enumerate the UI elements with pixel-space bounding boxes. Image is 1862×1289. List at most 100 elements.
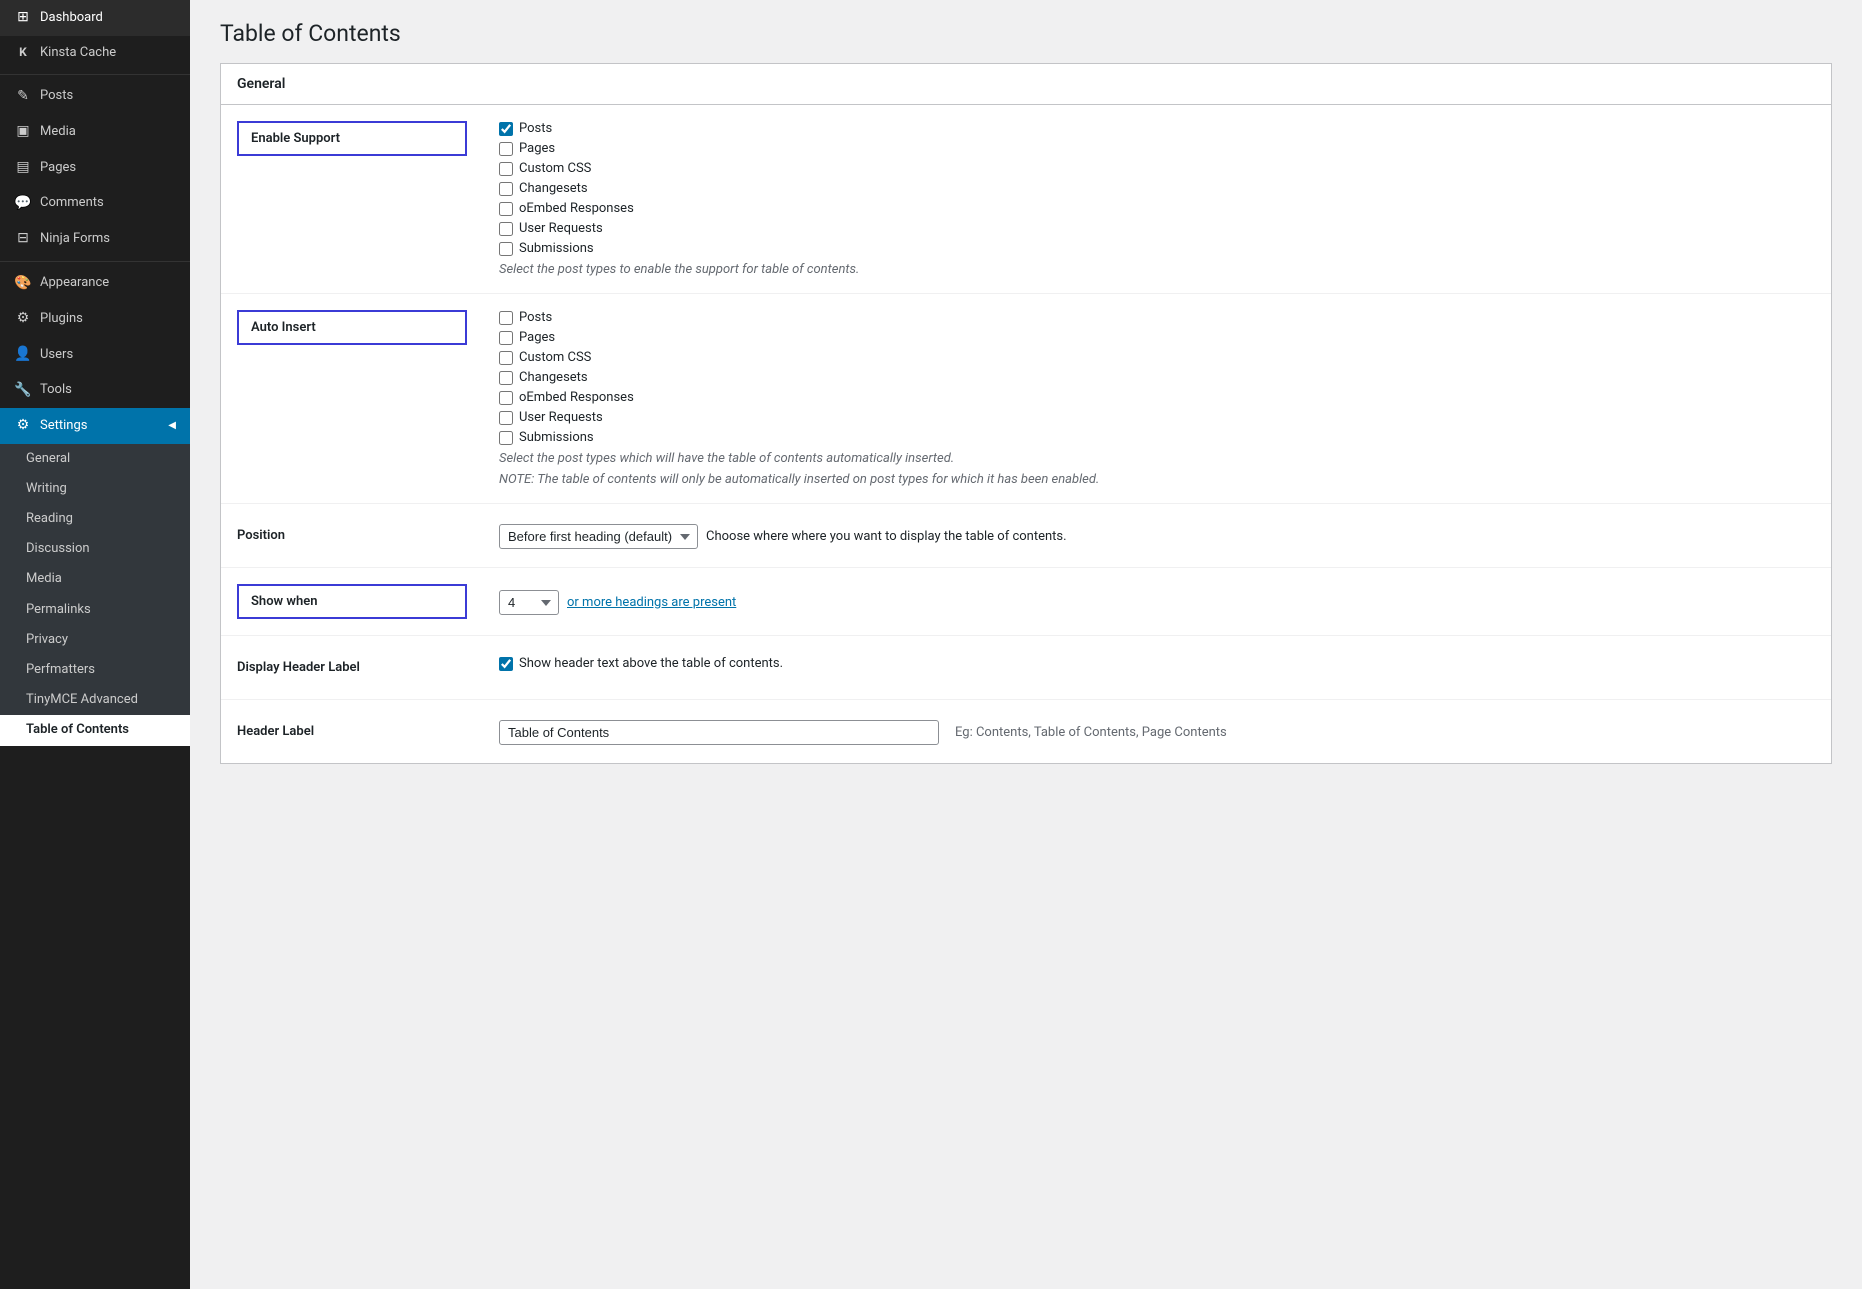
enable-support-posts-checkbox[interactable]: [499, 122, 513, 136]
enable-support-oembed: oEmbed Responses: [499, 201, 1815, 216]
show-when-row: Show when 4 1 2 3 5 6 or more headings a…: [221, 568, 1831, 636]
display-header-label-checkbox-row: Show header text above the table of cont…: [499, 656, 1815, 671]
header-label-input[interactable]: [499, 720, 939, 745]
enable-support-user-requests-checkbox[interactable]: [499, 222, 513, 236]
sidebar-item-reading[interactable]: Reading: [0, 504, 190, 534]
enable-support-oembed-checkbox[interactable]: [499, 202, 513, 216]
enable-support-pages: Pages: [499, 141, 1815, 156]
enable-support-changesets-checkbox[interactable]: [499, 182, 513, 196]
sidebar-item-tools[interactable]: 🔧 Tools: [0, 373, 190, 409]
display-header-label-label: Display Header Label: [237, 652, 467, 683]
sidebar-item-plugins[interactable]: ⚙ Plugins: [0, 301, 190, 337]
position-label: Position: [237, 520, 467, 551]
auto-insert-custom-css-checkbox[interactable]: [499, 351, 513, 365]
auto-insert-oembed: oEmbed Responses: [499, 390, 1815, 405]
plugins-icon: ⚙: [14, 309, 32, 329]
sidebar-item-ninja-forms[interactable]: ⊟ Ninja Forms: [0, 221, 190, 257]
auto-insert-oembed-checkbox[interactable]: [499, 391, 513, 405]
display-header-label-checkbox[interactable]: [499, 657, 513, 671]
header-label-row: Header Label Eg: Contents, Table of Cont…: [221, 700, 1831, 763]
auto-insert-submissions: Submissions: [499, 430, 1815, 445]
enable-support-posts: Posts: [499, 121, 1815, 136]
sidebar-item-appearance[interactable]: 🎨 Appearance: [0, 266, 190, 302]
auto-insert-changesets: Changesets: [499, 370, 1815, 385]
position-row: Position Before first heading (default) …: [221, 504, 1831, 568]
sidebar-item-posts[interactable]: ✎ Posts: [0, 79, 190, 115]
sidebar-item-table-of-contents[interactable]: Table of Contents: [0, 715, 190, 745]
users-icon: 👤: [14, 345, 32, 365]
auto-insert-posts: Posts: [499, 310, 1815, 325]
auto-insert-user-requests-checkbox[interactable]: [499, 411, 513, 425]
display-header-label-row: Display Header Label Show header text ab…: [221, 636, 1831, 700]
tools-icon: 🔧: [14, 381, 32, 401]
show-when-content: 4 1 2 3 5 6 or more headings are present: [479, 584, 1815, 615]
sidebar-item-dashboard[interactable]: ⊞ Dashboard: [0, 0, 190, 36]
position-content: Before first heading (default) After fir…: [479, 520, 1815, 549]
enable-support-label: Enable Support: [237, 121, 467, 156]
show-when-label: Show when: [237, 584, 467, 619]
show-when-inline: 4 1 2 3 5 6 or more headings are present: [499, 590, 1815, 615]
display-header-label-content: Show header text above the table of cont…: [479, 652, 1815, 676]
auto-insert-user-requests: User Requests: [499, 410, 1815, 425]
appearance-icon: 🎨: [14, 274, 32, 294]
ninja-forms-icon: ⊟: [14, 229, 32, 249]
header-label-content: Eg: Contents, Table of Contents, Page Co…: [479, 716, 1815, 745]
enable-support-help: Select the post types to enable the supp…: [499, 262, 1815, 277]
auto-insert-row: Auto Insert Posts Pages Custom CSS: [221, 294, 1831, 504]
sidebar-item-media[interactable]: ▣ Media: [0, 114, 190, 150]
enable-support-submissions-checkbox[interactable]: [499, 242, 513, 256]
sidebar-item-privacy[interactable]: Privacy: [0, 625, 190, 655]
sidebar-item-users[interactable]: 👤 Users: [0, 337, 190, 373]
enable-support-submissions: Submissions: [499, 241, 1815, 256]
enable-support-custom-css-checkbox[interactable]: [499, 162, 513, 176]
media-icon: ▣: [14, 122, 32, 142]
sidebar-item-settings[interactable]: ⚙ Settings ◀: [0, 408, 190, 444]
main-content: Table of Contents General Enable Support…: [190, 0, 1862, 1289]
header-label-inline: Eg: Contents, Table of Contents, Page Co…: [499, 720, 1815, 745]
settings-card: General Enable Support Posts Pages: [220, 63, 1832, 764]
sidebar-item-perfmatters[interactable]: Perfmatters: [0, 655, 190, 685]
sidebar-item-comments[interactable]: 💬 Comments: [0, 186, 190, 222]
sidebar-item-media-settings[interactable]: Media: [0, 564, 190, 594]
auto-insert-posts-checkbox[interactable]: [499, 311, 513, 325]
enable-support-changesets: Changesets: [499, 181, 1815, 196]
settings-arrow-icon: ◀: [168, 419, 176, 433]
settings-icon: ⚙: [14, 416, 32, 436]
enable-support-row: Enable Support Posts Pages Custom CSS: [221, 105, 1831, 294]
auto-insert-submissions-checkbox[interactable]: [499, 431, 513, 445]
dashboard-icon: ⊞: [14, 8, 32, 28]
sidebar-item-tinymce-advanced[interactable]: TinyMCE Advanced: [0, 685, 190, 715]
header-label-label: Header Label: [237, 716, 467, 747]
posts-icon: ✎: [14, 87, 32, 107]
auto-insert-content: Posts Pages Custom CSS Changesets: [479, 310, 1815, 487]
settings-submenu: General Writing Reading Discussion Media…: [0, 444, 190, 746]
kinsta-icon: K: [14, 44, 32, 61]
sidebar-item-permalinks[interactable]: Permalinks: [0, 595, 190, 625]
enable-support-pages-checkbox[interactable]: [499, 142, 513, 156]
position-select[interactable]: Before first heading (default) After fir…: [499, 524, 698, 549]
sidebar-item-kinsta-cache[interactable]: K Kinsta Cache: [0, 36, 190, 70]
position-help-text: Choose where where you want to display t…: [706, 529, 1067, 544]
auto-insert-help1: Select the post types which will have th…: [499, 451, 1815, 466]
sidebar-item-pages[interactable]: ▤ Pages: [0, 150, 190, 186]
enable-support-content: Posts Pages Custom CSS Changesets: [479, 121, 1815, 277]
sidebar-item-writing[interactable]: Writing: [0, 474, 190, 504]
auto-insert-label: Auto Insert: [237, 310, 467, 345]
page-title: Table of Contents: [220, 20, 1832, 47]
pages-icon: ▤: [14, 158, 32, 178]
header-label-eg: Eg: Contents, Table of Contents, Page Co…: [955, 725, 1227, 740]
show-when-suffix: or more headings are present: [567, 595, 736, 610]
auto-insert-custom-css: Custom CSS: [499, 350, 1815, 365]
auto-insert-pages-checkbox[interactable]: [499, 331, 513, 345]
auto-insert-help2: NOTE: The table of contents will only be…: [499, 472, 1815, 487]
auto-insert-changesets-checkbox[interactable]: [499, 371, 513, 385]
sidebar-item-discussion[interactable]: Discussion: [0, 534, 190, 564]
comments-icon: 💬: [14, 194, 32, 214]
auto-insert-pages: Pages: [499, 330, 1815, 345]
show-when-select[interactable]: 4 1 2 3 5 6: [499, 590, 559, 615]
general-section-title: General: [221, 64, 1831, 105]
position-inline: Before first heading (default) After fir…: [499, 524, 1815, 549]
enable-support-user-requests: User Requests: [499, 221, 1815, 236]
enable-support-custom-css: Custom CSS: [499, 161, 1815, 176]
sidebar-item-general[interactable]: General: [0, 444, 190, 474]
